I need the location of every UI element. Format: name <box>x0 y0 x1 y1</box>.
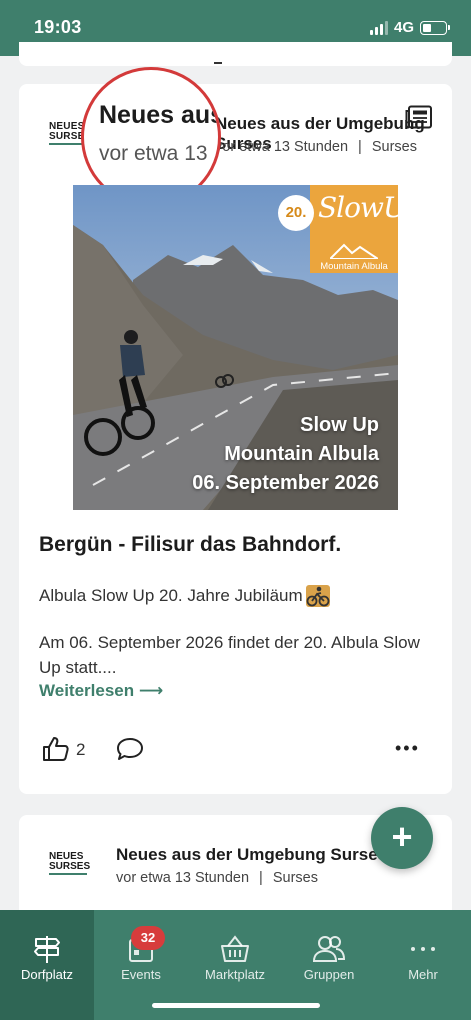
image-caption-3: 06. September 2026 <box>192 472 379 494</box>
network-type: 4G <box>393 19 414 36</box>
read-more-link[interactable]: Weiterlesen ⟶ <box>39 681 163 701</box>
image-caption-2: Mountain Albula <box>224 443 379 465</box>
more-dots-icon <box>411 947 435 951</box>
post-location: Surses <box>371 139 417 155</box>
signpost-icon <box>34 936 60 963</box>
like-count: 2 <box>76 740 86 759</box>
home-indicator <box>152 1003 320 1008</box>
basket-icon <box>221 935 249 962</box>
tab-mehr[interactable]: Mehr <box>376 910 470 1020</box>
magnified-meta: vor etwa 13 <box>99 142 208 165</box>
more-options-button[interactable]: ••• <box>395 739 420 757</box>
cyclist-emoji-icon <box>305 585 330 607</box>
anniversary-badge: 20. <box>278 195 314 231</box>
like-icon[interactable] <box>42 736 70 762</box>
magnified-title: Neues aus <box>99 101 221 129</box>
post-time: vor etwa 13 Stunden <box>215 139 349 155</box>
add-post-button[interactable]: + <box>371 807 433 869</box>
mountain-icon <box>330 243 378 259</box>
post-body: Am 06. September 2026 findet der 20. Alb… <box>39 633 420 677</box>
author-logo-2[interactable]: NEUES SURSES <box>49 852 90 875</box>
newspaper-icon <box>405 105 432 129</box>
battery-icon <box>420 20 450 35</box>
post-meta: vor etwa 13 Stunden | Surses <box>215 139 417 155</box>
post-teaser: Albula Slow Up 20. Jahre Jubiläum <box>39 584 331 608</box>
events-count-badge: 32 <box>131 926 165 950</box>
post-image[interactable]: 20. SlowUp Mountain Albula Slow Up Mount… <box>73 185 398 510</box>
comment-icon[interactable] <box>115 736 145 762</box>
slowup-badge: 20. SlowUp Mountain Albula <box>278 185 398 273</box>
status-indicators: 4G <box>369 19 450 36</box>
previous-post-card <box>19 42 452 66</box>
signal-icon <box>369 20 388 35</box>
post2-meta: vor etwa 13 Stunden | Surses <box>116 870 318 886</box>
group-icon <box>313 936 345 962</box>
post-heading: Bergün - Filisur das Bahndorf. <box>39 533 342 556</box>
image-caption-1: Slow Up <box>300 414 379 436</box>
divider <box>214 62 222 64</box>
slowup-logo: SlowUp <box>318 191 398 224</box>
tab-dorfplatz[interactable]: Dorfplatz <box>0 910 94 1020</box>
post2-author[interactable]: Neues aus der Umgebung Surses <box>116 845 387 865</box>
status-time: 19:03 <box>34 17 82 37</box>
